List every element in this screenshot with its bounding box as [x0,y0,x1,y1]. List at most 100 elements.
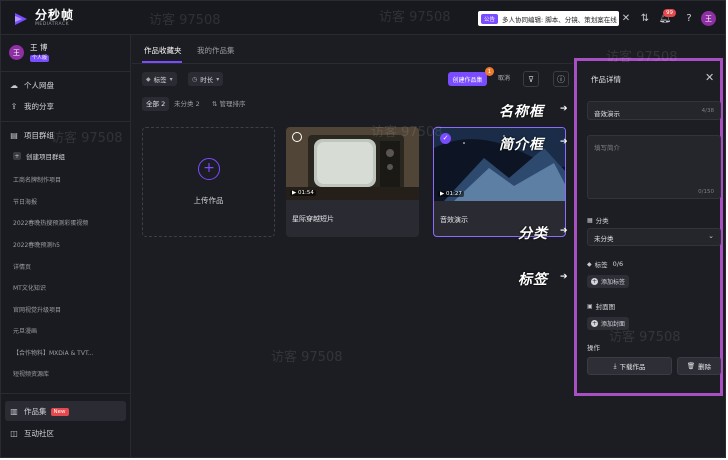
sidebar-project-item[interactable]: 官网视觉升级项目 [13,305,61,314]
plus-circle-icon: + [198,158,220,180]
tag-filter-dropdown[interactable]: ◆ 标签 ▾ [142,72,177,86]
logo-icon [13,11,29,27]
tag-icon: ◆ [146,75,151,83]
sidebar-item-label: 作品集 [24,407,47,416]
tab-favorites[interactable]: 作品收藏夹 [144,45,182,56]
sidebar: 王 王 博 个人版 ☁ 个人网盘 ⇪ 我的分享 ▤ 项目群组 + 创建项目群组 … [1,35,131,457]
info-icon[interactable]: ⓘ [553,71,569,87]
divider [1,121,131,122]
chevron-down-icon: ▾ [169,75,173,83]
panel-title: 作品详情 [591,75,621,84]
sidebar-project-item[interactable]: 短视频资源库 [13,369,49,378]
add-tag-label: 添加标签 [601,279,626,286]
annotation-category: 分类 [518,226,548,242]
user-profile[interactable]: 王 王 博 个人版 [9,43,50,62]
filter-icon[interactable]: ⊽ [523,71,539,87]
sidebar-project-item[interactable]: 工商名牌制作项目 [13,175,61,184]
logo[interactable]: 分秒帧 MEDIATRACK [13,9,74,28]
announcement-bar[interactable]: 公告 多人协同编辑: 脚本、分镜、策划案在线 [478,11,619,26]
sidebar-item-label: 互动社区 [24,429,54,438]
notification-badge: 99 [663,9,676,17]
create-collection-badge: 1 [485,67,494,76]
category-select[interactable]: 未分类 ⌄ [587,228,721,246]
create-group-label: 创建项目群组 [26,153,65,161]
duration-filter-dropdown[interactable]: ◷ 时长 ▾ [188,72,224,86]
create-group-button[interactable]: + 创建项目群组 [13,151,65,161]
cover-label: ▣ 封面图 [587,302,616,312]
plus-icon: + [591,320,598,327]
top-bar: 分秒帧 MEDIATRACK 公告 多人协同编辑: 脚本、分镜、策划案在线 ✕ … [1,1,725,35]
user-plan-badge: 个人版 [30,55,50,62]
sidebar-project-item[interactable]: 2022春晚热搜预测彩蛋视频 [13,218,88,227]
folder-icon: ▤ [10,131,18,140]
sidebar-item-project-group[interactable]: ▤ 项目群组 [9,130,54,141]
video-thumbnail: ▶ 01:54 [286,127,419,200]
divider [132,63,573,64]
arrow-right-icon: ➔ [560,104,568,114]
app-window: 分秒帧 MEDIATRACK 公告 多人协同编辑: 脚本、分镜、策划案在线 ✕ … [0,0,726,458]
sidebar-project-item[interactable]: 节日海报 [13,197,37,206]
video-duration: ▶ 01:54 [290,190,316,196]
select-checkbox[interactable] [292,132,302,142]
checkmark-icon[interactable]: ✓ [440,133,451,144]
work-title: 音效演示 [440,216,468,224]
cloud-icon: ☁ [10,81,18,90]
announcement-text: 多人协同编辑: 脚本、分镜、策划案在线 [502,15,617,24]
new-badge: New [50,407,69,416]
clock-icon: ◷ [192,75,198,83]
manage-sort-button[interactable]: ⇅ 管理排序 [212,97,246,111]
logo-subtext: MEDIATRACK [35,22,70,27]
duration-filter-label: 时长 [200,76,214,84]
avatar[interactable]: 王 [701,11,716,26]
add-cover-label: 添加封面 [601,321,626,328]
create-collection-button[interactable]: 创建作品集 [448,72,487,86]
sidebar-project-item[interactable]: 2022春晚预测h5 [13,240,60,249]
segment-uncategorized[interactable]: 未分类 2 [174,97,200,111]
work-card[interactable]: ▶ 01:54 星际穿越短片 [286,127,419,237]
annotation-intro-box: 简介框 [499,137,544,153]
chevron-down-icon: ▾ [216,75,220,83]
work-details-panel: 作品详情 ✕ 音效演示 4/38 填写简介 0/150 ▦ 分类 未分类 ⌄ ◆… [574,58,723,396]
cancel-button[interactable]: 取消 [498,72,510,86]
annotation-tag: 标签 [518,272,548,288]
category-value: 未分类 [594,235,614,243]
sidebar-project-item[interactable]: 元旦漫画 [13,326,37,335]
tab-my-collections[interactable]: 我的作品集 [197,45,235,56]
download-label: 下载作品 [619,363,646,371]
grid-icon: ▦ [587,216,593,224]
announcement-tag: 公告 [481,13,499,24]
manage-sort-label: 管理排序 [219,100,246,108]
sidebar-project-item[interactable]: MT文化知识 [13,283,46,292]
help-icon[interactable]: ? [681,10,697,26]
arrow-right-icon: ➔ [560,226,568,236]
community-icon: ◫ [10,429,18,438]
work-title: 星际穿越短片 [292,215,334,223]
name-input[interactable]: 音效演示 4/38 [587,101,721,120]
close-icon[interactable]: ✕ [618,10,634,26]
tag-count: 0/6 [612,260,624,268]
close-icon[interactable]: ✕ [705,71,714,84]
transfer-icon[interactable]: ⇅ [637,10,653,26]
user-avatar: 王 [9,45,24,60]
add-tag-button[interactable]: + 添加标签 [587,275,630,288]
delete-button[interactable]: 🗑︎ 删除 [677,357,721,375]
name-input-value: 音效演示 [594,110,620,118]
tag-icon: ◆ [587,260,592,268]
add-cover-button[interactable]: + 添加封面 [587,317,630,330]
sidebar-project-item[interactable]: 详情页 [13,262,31,271]
name-char-count: 4/38 [701,108,714,114]
arrow-right-icon: ➔ [560,272,568,282]
sidebar-item-works-collection[interactable]: ▥ 作品集 New [9,406,69,417]
segment-all[interactable]: 全部 2 [142,97,170,111]
download-button[interactable]: ⤓ 下载作品 [587,357,672,375]
upload-tile[interactable]: + 上传作品 [142,127,275,237]
annotation-name-box: 名称框 [499,104,544,120]
main-content: 作品收藏夹 我的作品集 ◆ 标签 ▾ ◷ 时长 ▾ 创建作品集 1 取消 ⊽ ⓘ… [132,35,573,457]
sidebar-item-label: 个人网盘 [24,81,54,90]
sidebar-item-my-share[interactable]: ⇪ 我的分享 [9,101,54,112]
sidebar-item-personal-disk[interactable]: ☁ 个人网盘 [9,80,54,91]
share-icon: ⇪ [10,102,18,111]
sidebar-project-item[interactable]: 【合作物料】MXDiA & TVT... [13,348,94,357]
sidebar-item-community[interactable]: ◫ 互动社区 [9,428,54,439]
intro-textarea[interactable]: 填写简介 0/150 [587,135,721,199]
